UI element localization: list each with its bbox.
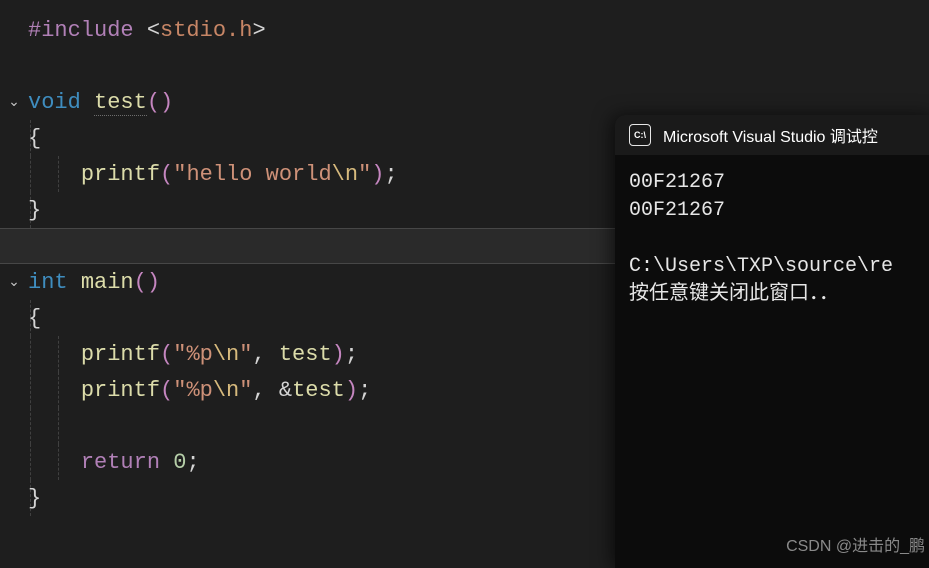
token-keyword: return (81, 450, 160, 475)
token-function: printf (81, 162, 160, 187)
console-title: Microsoft Visual Studio 调试控 (663, 123, 878, 147)
code-line: #include <stdio.h> (0, 12, 929, 48)
token-keyword: int (28, 270, 68, 295)
token-header: stdio.h (160, 18, 252, 43)
console-line: 00F21267 (629, 171, 725, 194)
token-function-def: test (94, 90, 147, 116)
debug-console-window[interactable]: C:\ Microsoft Visual Studio 调试控 00F21267… (615, 115, 929, 568)
console-titlebar[interactable]: C:\ Microsoft Visual Studio 调试控 (615, 115, 929, 155)
code-text: #include <stdio.h> (28, 18, 929, 43)
token-operator: & (279, 378, 292, 403)
fold-gutter[interactable]: ⌄ (0, 274, 28, 291)
chevron-down-icon[interactable]: ⌄ (8, 274, 20, 291)
token-string: %p (186, 342, 212, 367)
console-line: C:\Users\TXP\source\re (629, 255, 893, 278)
token-parens: () (147, 90, 173, 115)
token-number: 0 (173, 450, 186, 475)
chevron-down-icon[interactable]: ⌄ (8, 94, 20, 111)
watermark: CSDN @进击的_鹏 (786, 532, 925, 556)
console-line: 按任意键关闭此窗口．． (629, 283, 839, 306)
console-line: 00F21267 (629, 199, 725, 222)
token-keyword: void (28, 90, 81, 115)
token-angle: > (252, 18, 265, 43)
token-function-def: main (81, 270, 134, 295)
console-output[interactable]: 00F21267 00F21267 C:\Users\TXP\source\re… (615, 155, 929, 568)
token-preprocessor: #include (28, 18, 134, 43)
token-escape: \n (332, 162, 358, 187)
token-string: hello world (186, 162, 331, 187)
console-icon: C:\ (629, 124, 651, 146)
fold-gutter[interactable]: ⌄ (0, 94, 28, 111)
token-angle: < (134, 18, 160, 43)
code-line-empty (0, 48, 929, 84)
